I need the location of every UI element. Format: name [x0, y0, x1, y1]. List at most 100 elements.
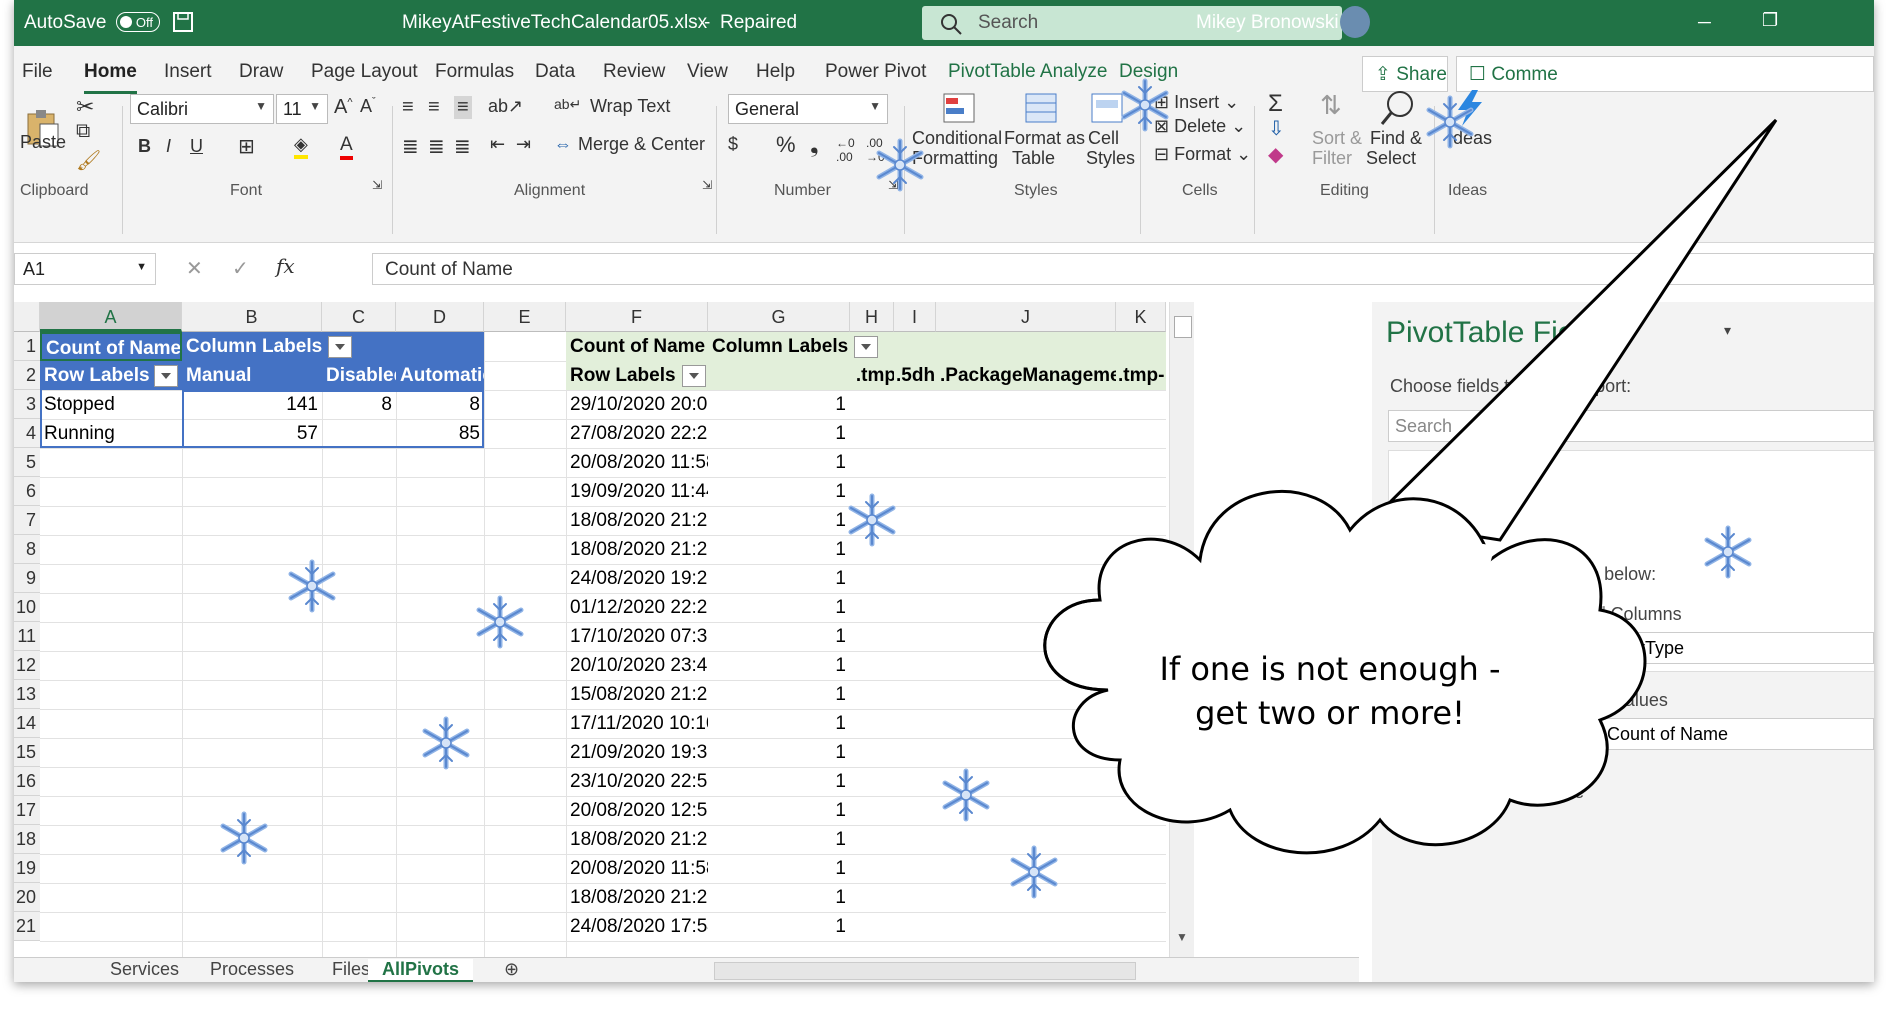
fill-icon[interactable]: ⇩ — [1268, 116, 1285, 141]
tab-pivottable-analyze[interactable]: PivotTable Analyze — [948, 61, 1108, 83]
pivot2-row-label[interactable]: 19/09/2020 11:44 — [566, 477, 708, 506]
font-launcher-icon[interactable]: ⇲ — [372, 178, 382, 192]
pivot2-column-labels[interactable]: Column Labels — [708, 332, 898, 361]
row-header[interactable]: 4 — [14, 419, 40, 448]
accounting-icon[interactable]: $ — [728, 134, 738, 155]
row-header[interactable]: 11 — [14, 622, 40, 651]
autosave-toggle[interactable]: Off — [110, 11, 160, 33]
comments-button[interactable]: ☐ Comme — [1456, 56, 1874, 92]
worksheet-grid[interactable]: A B C D E F G H I J K 1 2 3 4 5 6 7 8 9 10 11 12 13 1… — [14, 302, 1359, 957]
row-header[interactable]: 12 — [14, 651, 40, 680]
sort-filter-button[interactable]: Sort & — [1312, 128, 1362, 149]
column-header-h[interactable]: H — [850, 302, 894, 332]
tab-help[interactable]: Help — [756, 61, 795, 83]
pivot2-row-label[interactable]: 20/08/2020 11:58 — [566, 448, 708, 477]
cell-styles-button[interactable]: Cell — [1088, 128, 1119, 149]
avatar[interactable] — [1340, 6, 1370, 38]
horizontal-scrollbar[interactable] — [714, 962, 1136, 980]
sort-filter-icon[interactable]: ⇅ — [1320, 90, 1342, 121]
align-bottom-icon[interactable]: ≡ — [454, 96, 472, 119]
add-sheet-icon[interactable]: ⊕ — [504, 959, 519, 980]
merge-center-icon[interactable]: ⇔ — [554, 134, 572, 155]
pivot2-row-label[interactable]: 18/08/2020 21:25 — [566, 535, 708, 564]
font-color-icon[interactable]: A — [340, 134, 353, 160]
pivot2-row-label[interactable]: 01/12/2020 22:28 — [566, 593, 708, 622]
font-name-combo[interactable]: Calibri ▼ — [130, 94, 274, 124]
pivot1-header-manual[interactable]: Manual — [182, 361, 322, 390]
pivot2-row-label[interactable]: 29/10/2020 20:01 — [566, 390, 708, 419]
insert-cells-button[interactable]: ⊞ Insert ⌄ — [1154, 92, 1239, 113]
italic-button[interactable]: I — [166, 136, 171, 157]
paste-label[interactable]: Paste — [20, 132, 66, 153]
enter-icon[interactable]: ✓ — [232, 256, 249, 281]
row-header[interactable]: 9 — [14, 564, 40, 593]
merge-center-button[interactable]: Merge & Center — [578, 134, 705, 155]
pivot1-column-labels[interactable]: Column Labels — [182, 332, 484, 361]
rows-field-pill[interactable]: Status ▼ — [1388, 718, 1584, 750]
pivot2-value[interactable]: 1 — [708, 622, 850, 651]
pivot2-row-label[interactable]: 20/08/2020 12:55 — [566, 796, 708, 825]
pivot2-value[interactable]: 1 — [708, 651, 850, 680]
wrap-text-button[interactable]: Wrap Text — [590, 96, 670, 117]
format-as-table-icon[interactable] — [1022, 90, 1062, 126]
autosum-icon[interactable]: Σ — [1268, 90, 1283, 118]
pivot2-value[interactable]: 1 — [708, 825, 850, 854]
insert-function-icon[interactable]: fx — [276, 254, 295, 278]
percent-icon[interactable]: % — [776, 132, 796, 158]
conditional-formatting-icon[interactable] — [940, 90, 980, 126]
pivot2-corner-cell[interactable]: Count of Name — [566, 332, 708, 361]
ideas-icon[interactable] — [1452, 88, 1488, 128]
columns-field-pill[interactable]: StartType — [1596, 632, 1874, 664]
row-header[interactable]: 7 — [14, 506, 40, 535]
column-header-j[interactable]: J — [936, 302, 1116, 332]
borders-icon[interactable]: ⊞ — [238, 134, 255, 159]
scroll-down-icon[interactable]: ▼ — [1176, 930, 1188, 944]
filters-area[interactable] — [1388, 632, 1586, 674]
format-as-table-button[interactable]: Format as — [1004, 128, 1085, 149]
pivot1-header-disabled[interactable]: Disabled — [322, 361, 396, 390]
pivot2-row-label[interactable]: 17/10/2020 07:32 — [566, 622, 708, 651]
tab-design[interactable]: Design — [1119, 61, 1178, 83]
column-header-f[interactable]: F — [566, 302, 708, 332]
increase-indent-icon[interactable]: ⇥ — [516, 134, 531, 155]
filter-dropdown-icon[interactable] — [681, 364, 706, 387]
column-header-b[interactable]: B — [182, 302, 322, 332]
filter-dropdown-icon[interactable] — [328, 335, 353, 358]
field-item[interactable]: Status — [1429, 481, 1481, 501]
bold-button[interactable]: B — [138, 136, 151, 157]
pivot2-row-label[interactable]: 20/08/2020 11:58 — [566, 854, 708, 883]
increase-font-icon[interactable]: A^ — [334, 96, 353, 119]
row-header[interactable]: 14 — [14, 709, 40, 738]
field-item[interactable]: StartType — [1429, 507, 1506, 527]
row-header[interactable]: 5 — [14, 448, 40, 477]
restore-icon[interactable]: ❐ — [1762, 10, 1778, 31]
delete-cells-button[interactable]: ⊠ Delete ⌄ — [1154, 116, 1246, 137]
format-painter-icon[interactable]: 🖌 — [76, 148, 101, 173]
pivot2-value[interactable]: 1 — [708, 419, 850, 448]
number-launcher-icon[interactable]: ⇲ — [888, 178, 898, 192]
pivot2-header[interactable]: .5dh — [894, 361, 938, 390]
field-item[interactable]: Name — [1429, 533, 1474, 553]
orientation-icon[interactable]: ab↗ — [488, 96, 523, 117]
align-right-icon[interactable]: ≣ — [454, 134, 471, 159]
pivot2-header[interactable]: .tmp- — [1116, 361, 1166, 390]
pivot2-row-label[interactable]: 20/10/2020 23:42 — [566, 651, 708, 680]
decrease-indent-icon[interactable]: ⇤ — [490, 134, 505, 155]
row-header[interactable]: 18 — [14, 825, 40, 854]
row-header[interactable]: 20 — [14, 883, 40, 912]
row-header[interactable]: 1 — [14, 332, 40, 361]
name-box[interactable]: A1 ▼ — [14, 253, 156, 285]
pivot1-row-labels[interactable]: Row Labels — [40, 361, 182, 390]
pivot2-value[interactable]: 1 — [708, 390, 850, 419]
share-button[interactable]: ⇪ Share — [1362, 56, 1448, 92]
pivot2-row-label[interactable]: 17/11/2020 10:10 — [566, 709, 708, 738]
pivot2-row-label[interactable]: 23/10/2020 22:57 — [566, 767, 708, 796]
pivot2-row-label[interactable]: 21/09/2020 19:35 — [566, 738, 708, 767]
row-header[interactable]: 3 — [14, 390, 40, 419]
decrease-font-icon[interactable]: Aˇ — [360, 96, 376, 117]
row-header[interactable]: 13 — [14, 680, 40, 709]
wrap-text-icon[interactable]: ab↵ — [554, 96, 581, 113]
filter-dropdown-icon[interactable] — [854, 335, 879, 358]
row-header[interactable]: 16 — [14, 767, 40, 796]
pivot2-row-label[interactable]: 27/08/2020 22:25 — [566, 419, 708, 448]
